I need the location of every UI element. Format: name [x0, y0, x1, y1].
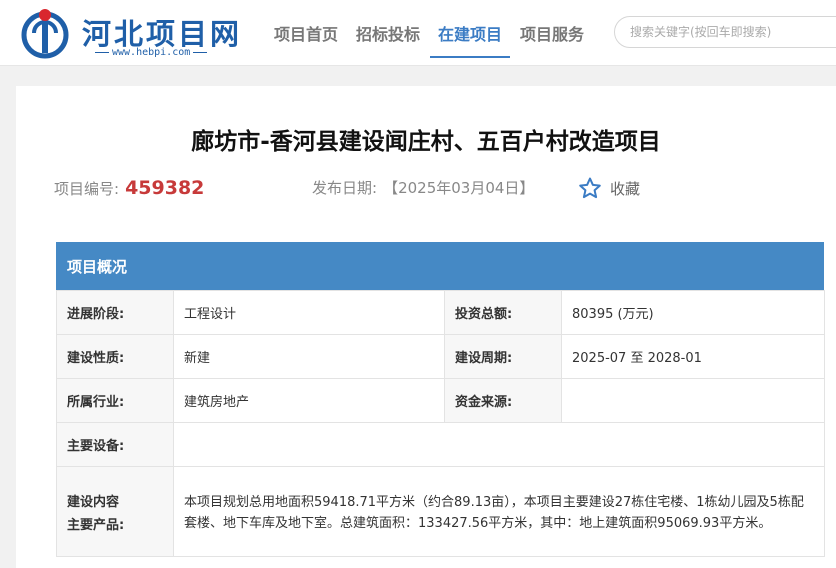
publish-date-label: 发布日期: [312, 179, 378, 197]
favorite-label: 收藏 [610, 179, 641, 198]
stage-label: 进展阶段: [56, 290, 174, 335]
site-url: www.hebpi.com [92, 47, 210, 58]
nav-item-bidding[interactable]: 招标投标 [348, 0, 428, 66]
search-input[interactable] [615, 17, 836, 47]
project-id-value: 459382 [125, 177, 205, 199]
period-label: 建设周期: [444, 334, 562, 379]
project-id-row: 项目编号: 459382 [54, 177, 204, 199]
overview-heading: 项目概况 [56, 242, 824, 290]
table-row: 所属行业: 建筑房地产 资金来源: [56, 378, 825, 423]
investment-label: 投资总额: [444, 290, 562, 335]
hebpi-logo-icon [21, 9, 69, 59]
overview-table: 进展阶段: 工程设计 投资总额: 80395 (万元) 建设性质: 新建 建设周… [56, 290, 825, 557]
period-value: 2025-07 至 2028-01 [561, 334, 825, 379]
funding-label: 资金来源: [444, 378, 562, 423]
stage-value: 工程设计 [173, 290, 445, 335]
equipment-label: 主要设备: [56, 422, 174, 467]
project-card: 廊坊市-香河县建设闻庄村、五百户村改造项目 项目编号: 459382 发布日期:… [16, 86, 836, 568]
nav-item-under-construction[interactable]: 在建项目 [430, 0, 511, 66]
page-title: 廊坊市-香河县建设闻庄村、五百户村改造项目 [191, 129, 661, 155]
search-box [614, 16, 836, 48]
publish-date-row: 发布日期: 【2025年03月04日】 [312, 177, 534, 198]
industry-label: 所属行业: [56, 378, 174, 423]
site-header: 河北项目网 www.hebpi.com 项目首页 招标投标 在建项目 项目服务 [0, 0, 836, 66]
site-logo[interactable]: 河北项目网 www.hebpi.com [20, 7, 250, 61]
project-id-label: 项目编号: [54, 179, 120, 198]
nature-value: 新建 [173, 334, 445, 379]
favorite-button[interactable]: 收藏 [578, 176, 640, 200]
overview-panel: 项目概况 进展阶段: 工程设计 投资总额: 80395 (万元) 建设性质: 新… [56, 242, 825, 557]
table-row: 建设内容 主要产品: 本项目规划总用地面积59418.71平方米（约合89.13… [56, 466, 825, 557]
content-label-line-2: 主要产品: [67, 517, 125, 533]
industry-value: 建筑房地产 [173, 378, 445, 423]
table-row: 主要设备: [56, 422, 825, 467]
content-label-line-1: 建设内容 [67, 494, 120, 510]
content-label: 建设内容 主要产品: [56, 466, 174, 557]
nature-label: 建设性质: [56, 334, 174, 379]
nav-item-home[interactable]: 项目首页 [266, 0, 346, 66]
star-outline-icon [579, 177, 601, 199]
nav-item-services[interactable]: 项目服务 [512, 0, 592, 66]
table-row: 建设性质: 新建 建设周期: 2025-07 至 2028-01 [56, 334, 825, 379]
main-nav: 项目首页 招标投标 在建项目 项目服务 [266, 0, 594, 66]
funding-value [561, 378, 825, 423]
publish-date-value: 【2025年03月04日】 [383, 179, 535, 197]
equipment-value [173, 422, 825, 467]
table-row: 进展阶段: 工程设计 投资总额: 80395 (万元) [56, 290, 825, 335]
content-value: 本项目规划总用地面积59418.71平方米（约合89.13亩），本项目主要建设2… [173, 466, 825, 557]
investment-value: 80395 (万元) [561, 290, 825, 335]
